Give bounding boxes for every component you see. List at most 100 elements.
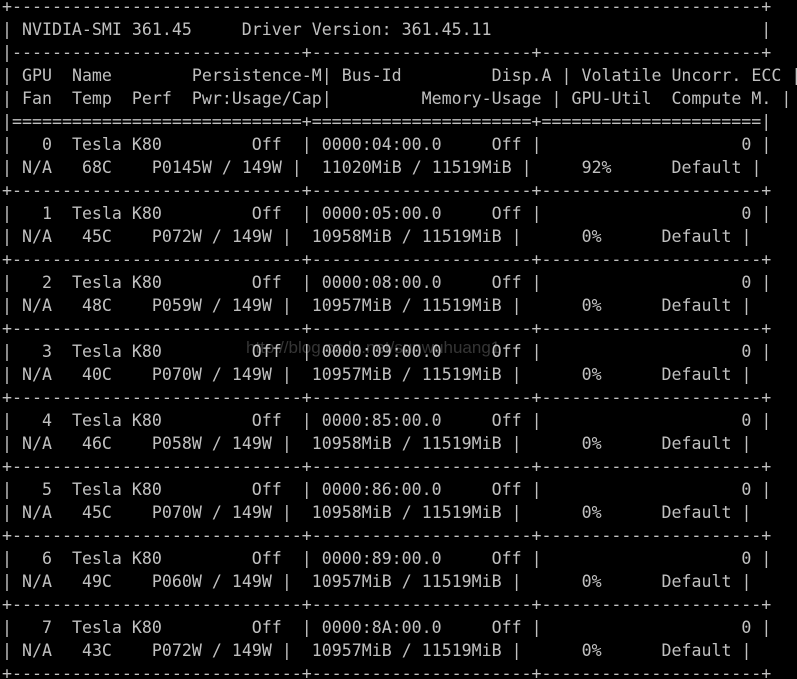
gpu-temp: 43C — [81, 641, 112, 660]
gpu-persistence: Off — [251, 549, 282, 568]
header-perf: Perf — [131, 89, 172, 108]
gpu-name: Tesla K80 — [71, 273, 232, 292]
gpu-util: 92% — [531, 158, 612, 177]
gpu-disp: Off — [491, 618, 522, 637]
header-persistence: Persistence-M — [191, 66, 322, 85]
gpu-temp: 45C — [81, 503, 112, 522]
gpu-memory-total: 11519MiB — [421, 641, 502, 660]
gpu-perf: P0 — [151, 158, 172, 177]
gpu-row-5-line-2: | N/A 45C P070W / 149W | 10958MiB / 1151… — [2, 503, 752, 522]
gpu-util: 0% — [521, 434, 602, 453]
gpu-perf: P0 — [151, 227, 172, 246]
gpu-util: 0% — [521, 365, 602, 384]
gpu-disp: Off — [491, 411, 522, 430]
gpu-fan: N/A — [21, 434, 52, 453]
gpu-row-1-line-2: | N/A 45C P072W / 149W | 10958MiB / 1151… — [2, 227, 752, 246]
gpu-name: Tesla K80 — [71, 549, 232, 568]
gpu-name: Tesla K80 — [71, 342, 232, 361]
table-border-row: +-----------------------------+---------… — [2, 388, 772, 407]
gpu-disp: Off — [491, 135, 522, 154]
gpu-name: Tesla K80 — [71, 480, 232, 499]
gpu-power-usage: 60W — [171, 572, 202, 591]
table-border-row: +-----------------------------+---------… — [2, 457, 772, 476]
table-border-header: |-----------------------------+---------… — [2, 43, 772, 62]
gpu-fan: N/A — [21, 296, 52, 315]
table-border-row: +-----------------------------+---------… — [2, 526, 772, 545]
gpu-row-4-line-2: | N/A 46C P058W / 149W | 10958MiB / 1151… — [2, 434, 752, 453]
gpu-name: Tesla K80 — [71, 411, 232, 430]
gpu-row-2-line-2: | N/A 48C P059W / 149W | 10957MiB / 1151… — [2, 296, 752, 315]
gpu-disp: Off — [491, 549, 522, 568]
table-border-row: +-----------------------------+---------… — [2, 319, 772, 338]
gpu-fan: N/A — [21, 641, 52, 660]
gpu-power-cap: 149W — [231, 227, 272, 246]
terminal-window[interactable]: +---------------------------------------… — [0, 0, 797, 679]
gpu-power-usage: 59W — [171, 296, 202, 315]
gpu-perf: P0 — [151, 572, 172, 591]
gpu-power-usage: 145W — [171, 158, 212, 177]
gpu-memory-total: 11519MiB — [421, 365, 502, 384]
header-name: Name — [71, 66, 112, 85]
gpu-power-cap: 149W — [231, 434, 272, 453]
header-fan: Fan — [21, 89, 52, 108]
gpu-temp: 68C — [81, 158, 112, 177]
smi-version: 361.45 — [131, 20, 192, 39]
gpu-memory-used: 10957MiB — [301, 572, 392, 591]
gpu-row-3-line-2: | N/A 40C P070W / 149W | 10957MiB / 1151… — [2, 365, 752, 384]
column-header-line-2: | Fan Temp Perf Pwr:Usage/Cap| Memory-Us… — [2, 89, 792, 108]
gpu-row-7-line-2: | N/A 43C P072W / 149W | 10957MiB / 1151… — [2, 641, 752, 660]
gpu-memory-total: 11519MiB — [421, 434, 502, 453]
gpu-id: 5 — [12, 480, 52, 499]
gpu-compute-mode: Default — [661, 641, 732, 660]
gpu-bus-id: 0000:89:00.0 — [321, 549, 442, 568]
gpu-id: 4 — [12, 411, 52, 430]
gpu-compute-mode: Default — [661, 434, 732, 453]
gpu-perf: P0 — [151, 503, 172, 522]
gpu-compute-mode: Default — [661, 296, 732, 315]
gpu-row-7-line-1: | 7 Tesla K80 Off | 0000:8A:00.0 Off | 0… — [2, 618, 772, 637]
gpu-persistence: Off — [251, 480, 282, 499]
gpu-persistence: Off — [251, 411, 282, 430]
gpu-power-cap: 149W — [231, 365, 272, 384]
header-bus-id: Bus-Id — [341, 66, 402, 85]
gpu-memory-total: 11519MiB — [431, 158, 512, 177]
header-temp: Temp — [71, 89, 112, 108]
gpu-row-6-line-1: | 6 Tesla K80 Off | 0000:89:00.0 Off | 0… — [2, 549, 772, 568]
gpu-memory-total: 11519MiB — [421, 503, 502, 522]
gpu-power-usage: 58W — [171, 434, 202, 453]
gpu-row-0-line-1: | 0 Tesla K80 Off | 0000:04:00.0 Off | 0… — [2, 135, 772, 154]
gpu-row-2-line-1: | 2 Tesla K80 Off | 0000:08:00.0 Off | 0… — [2, 273, 772, 292]
table-border-row: +-----------------------------+---------… — [2, 181, 772, 200]
gpu-util: 0% — [521, 641, 602, 660]
gpu-name: Tesla K80 — [71, 135, 232, 154]
gpu-perf: P0 — [151, 641, 172, 660]
gpu-disp: Off — [491, 204, 522, 223]
gpu-ecc: 0 — [541, 480, 752, 499]
gpu-util: 0% — [521, 227, 602, 246]
gpu-power-cap: 149W — [231, 503, 272, 522]
gpu-perf: P0 — [151, 365, 172, 384]
gpu-row-6-line-2: | N/A 49C P060W / 149W | 10957MiB / 1151… — [2, 572, 752, 591]
gpu-util: 0% — [521, 572, 602, 591]
gpu-temp: 46C — [81, 434, 112, 453]
header-gpu: GPU — [21, 66, 52, 85]
gpu-memory-used: 10958MiB — [301, 503, 392, 522]
header-line: | NVIDIA-SMI 361.45 Driver Version: 361.… — [2, 20, 772, 39]
gpu-compute-mode: Default — [671, 158, 742, 177]
gpu-bus-id: 0000:04:00.0 — [321, 135, 442, 154]
gpu-id: 3 — [12, 342, 52, 361]
gpu-bus-id: 0000:85:00.0 — [321, 411, 442, 430]
header-gpu-util: GPU-Util — [571, 89, 652, 108]
gpu-perf: P0 — [151, 434, 172, 453]
gpu-persistence: Off — [251, 204, 282, 223]
gpu-fan: N/A — [21, 158, 52, 177]
gpu-memory-used: 10957MiB — [301, 641, 392, 660]
gpu-bus-id: 0000:05:00.0 — [321, 204, 442, 223]
gpu-temp: 49C — [81, 572, 112, 591]
gpu-row-4-line-1: | 4 Tesla K80 Off | 0000:85:00.0 Off | 0… — [2, 411, 772, 430]
gpu-power-cap: 149W — [231, 641, 272, 660]
gpu-ecc: 0 — [541, 549, 752, 568]
gpu-ecc: 0 — [541, 618, 752, 637]
gpu-fan: N/A — [21, 572, 52, 591]
gpu-name: Tesla K80 — [71, 618, 232, 637]
